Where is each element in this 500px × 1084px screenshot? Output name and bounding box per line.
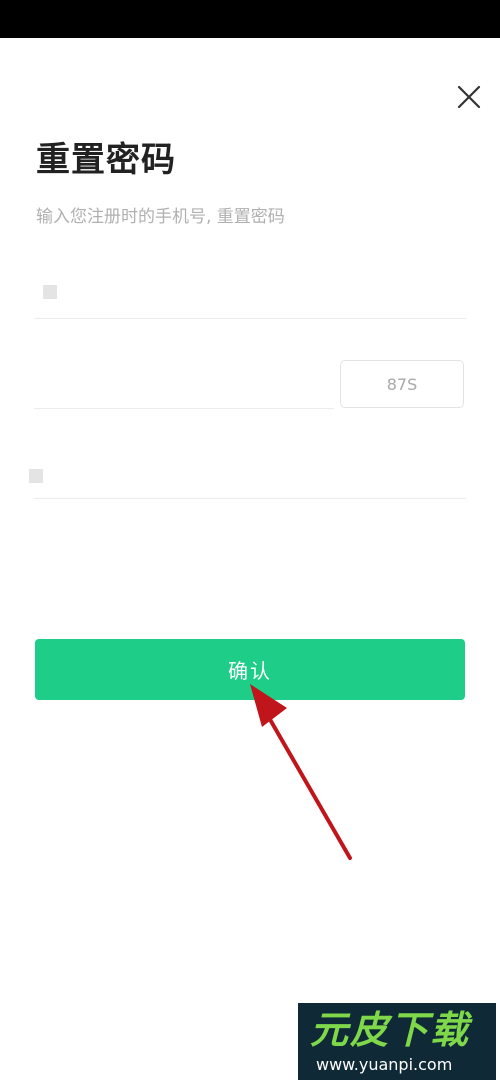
status-bar	[0, 0, 500, 38]
confirm-button[interactable]: 确认	[35, 639, 465, 700]
watermark-url: www.yuanpi.com	[316, 1055, 453, 1074]
close-icon	[457, 85, 481, 109]
confirm-button-label: 确认	[228, 659, 272, 683]
verification-code-field-container	[34, 360, 334, 409]
phone-input[interactable]	[34, 268, 466, 318]
watermark-logo: 元皮下载 www.yuanpi.com	[298, 1003, 496, 1080]
watermark-brand: 元皮下载	[310, 1008, 471, 1052]
phone-field-container	[34, 268, 466, 319]
close-button[interactable]	[452, 80, 486, 114]
page-title: 重置密码	[36, 140, 176, 180]
page-subtitle: 输入您注册时的手机号, 重置密码	[36, 207, 285, 227]
password-field-container	[34, 452, 466, 499]
verification-code-input[interactable]	[34, 360, 334, 408]
new-password-input[interactable]	[34, 452, 466, 498]
annotation-arrow-shaft	[266, 714, 352, 860]
resend-code-countdown-button[interactable]: 87S	[340, 360, 464, 408]
